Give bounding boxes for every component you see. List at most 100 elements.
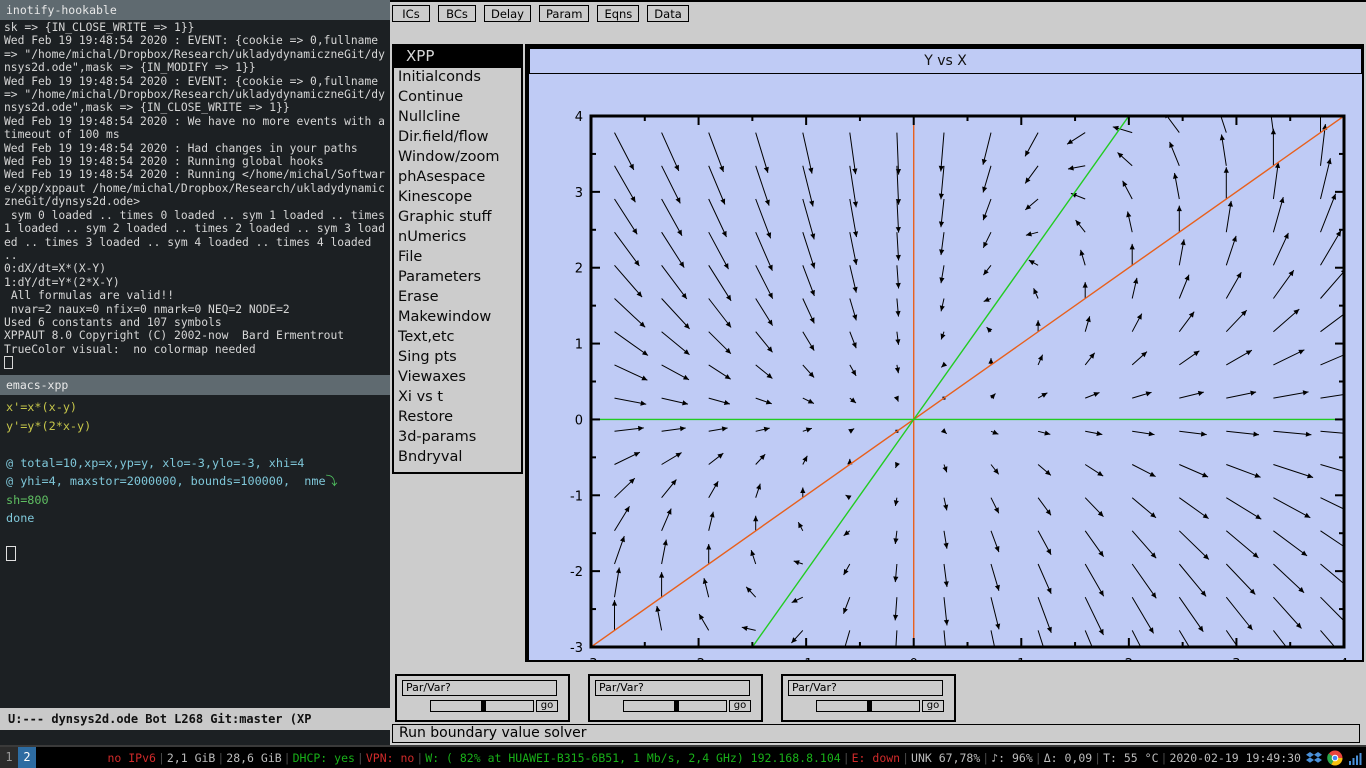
taskbar-separator: | xyxy=(356,750,364,765)
parameter-slider-row: Par/Var? go Par/Var? go Par/Var? go xyxy=(395,674,956,724)
menu-item-text-etc[interactable]: Text,etc xyxy=(394,328,521,348)
taskbar-separator: | xyxy=(1094,750,1102,765)
taskbar-separator: | xyxy=(982,750,990,765)
taskbar-separator: | xyxy=(283,750,291,765)
emacs-cursor xyxy=(6,546,16,561)
plot-window[interactable]: Y vs X -3 -2 -1 0 1 2 3 4 -3 -2 -1 0 1 2 3 4 xyxy=(525,44,1364,662)
x-tick-label: 3 xyxy=(1232,657,1240,660)
emacs-title: emacs-xpp xyxy=(0,375,390,395)
taskbar-separator: | xyxy=(217,750,225,765)
taskbar-segment-2: 28,6 GiB xyxy=(226,750,282,765)
menu-item-restore[interactable]: Restore xyxy=(394,408,521,428)
menu-item-nullcline[interactable]: Nullcline xyxy=(394,108,521,128)
parameter-slider-2[interactable]: Par/Var? go xyxy=(588,674,763,722)
taskbar-segment-7: UNK 67,78% xyxy=(911,750,981,765)
ode-line-1: x'=x*(x-y) xyxy=(6,400,78,414)
menu-item-dir-field-flow[interactable]: Dir.field/flow xyxy=(394,128,521,148)
workspace-button-1[interactable]: 1 xyxy=(0,747,18,768)
taskbar-segment-5: W: ( 82% at HUAWEI-B315-6B51, 1 Mb/s, 2,… xyxy=(425,750,841,765)
menu-item-initialconds[interactable]: Initialconds xyxy=(394,68,521,88)
workspace-button-2[interactable]: 2 xyxy=(18,747,36,768)
taskbar-segment-4: VPN: no xyxy=(365,750,415,765)
slider-parvar-field-3[interactable]: Par/Var? xyxy=(788,680,943,696)
slider-parvar-field-1[interactable]: Par/Var? xyxy=(402,680,557,696)
x-tick-label: -3 xyxy=(585,657,598,660)
y-tick-label: 0 xyxy=(575,413,583,428)
xpp-menu-items: Initialconds Continue Nullcline Dir.field/f… xyxy=(394,68,521,468)
taskbar-separator: | xyxy=(157,750,165,765)
taskbar-separator: | xyxy=(1160,750,1168,765)
menu-item-3d-params[interactable]: 3d-params xyxy=(394,428,521,448)
taskbar-separator: | xyxy=(1034,750,1042,765)
menu-item-graphic-stuff[interactable]: Graphic stuff xyxy=(394,208,521,228)
toolbar-button-ics[interactable]: ICs xyxy=(392,5,430,22)
taskbar-separator: | xyxy=(416,750,424,765)
toolbar-button-data[interactable]: Data xyxy=(647,5,689,22)
menu-item-erase[interactable]: Erase xyxy=(394,288,521,308)
slider-go-button-1[interactable]: go xyxy=(536,700,558,712)
menu-item-numerics[interactable]: nUmerics xyxy=(394,228,521,248)
taskbar-segment-0: no IPv6 xyxy=(107,750,156,765)
x-tick-label: 2 xyxy=(1125,657,1133,660)
y-tick-label: -2 xyxy=(570,565,583,580)
menu-item-phasespace[interactable]: phAsespace xyxy=(394,168,521,188)
emacs-modeline: U:--- dynsys2d.ode Bot L268 Git:master (… xyxy=(0,708,390,730)
x-tick-label: 1 xyxy=(1017,657,1025,660)
ode-done-line: done xyxy=(6,511,35,525)
slider-thumb-1[interactable] xyxy=(480,701,486,711)
x-tick-label: -1 xyxy=(800,657,813,660)
toolbar-button-eqns[interactable]: Eqns xyxy=(597,5,640,22)
plot-canvas[interactable]: -3 -2 -1 0 1 2 3 4 -3 -2 -1 0 1 2 3 4 xyxy=(529,74,1362,660)
slider-parvar-field-2[interactable]: Par/Var? xyxy=(595,680,750,696)
slider-track-2[interactable] xyxy=(623,700,727,712)
y-tick-label: 4 xyxy=(575,110,583,125)
xpp-window: ICs BCs Delay Param Eqns Data XPP Initialcond… xyxy=(390,0,1366,745)
toolbar-button-param[interactable]: Param xyxy=(538,5,590,22)
phase-plane-plot[interactable]: -3 -2 -1 0 1 2 3 4 -3 -2 -1 0 1 2 3 4 xyxy=(529,74,1362,660)
menu-item-viewaxes[interactable]: Viewaxes xyxy=(394,368,521,388)
xpp-toolbar: ICs BCs Delay Param Eqns Data xyxy=(392,5,689,24)
y-tick-label: 1 xyxy=(575,338,583,353)
taskbar-separator: | xyxy=(842,750,850,765)
emacs-minibuffer xyxy=(0,730,390,745)
xpp-main-menu: XPP Initialconds Continue Nullcline Dir.fie… xyxy=(392,44,523,474)
xpp-menu-title: XPP xyxy=(394,46,521,68)
toolbar-button-bcs[interactable]: BCs xyxy=(438,5,476,22)
ode-opts-line-1: @ total=10,xp=x,yp=y, xlo=-3,ylo=-3, xhi… xyxy=(6,455,305,470)
left-column: inotify-hookable sk => {IN_CLOSE_WRITE =… xyxy=(0,0,390,745)
menu-item-parameters[interactable]: Parameters xyxy=(394,268,521,288)
menu-item-makewindow[interactable]: Makewindow xyxy=(394,308,521,328)
chrome-icon[interactable] xyxy=(1327,750,1343,766)
slider-track-1[interactable] xyxy=(430,700,534,712)
menu-item-kinescope[interactable]: Kinescope xyxy=(394,188,521,208)
x-tick-label: 4 xyxy=(1340,657,1348,660)
signal-bars-icon[interactable] xyxy=(1348,750,1364,766)
terminal-title: inotify-hookable xyxy=(0,0,390,20)
emacs-buffer[interactable]: x'=x*(x-y) y'=y*(2*x-y) @ total=10,xp=x,… xyxy=(0,395,390,565)
taskbar-status-area: no IPv6 | 2,1 GiB | 28,6 GiB | DHCP: yes | VPN: … xyxy=(107,747,1364,768)
slider-thumb-2[interactable] xyxy=(673,701,679,711)
menu-item-continue[interactable]: Continue xyxy=(394,88,521,108)
workspace-switcher[interactable]: 12 xyxy=(0,747,36,768)
dropbox-icon[interactable] xyxy=(1306,750,1322,766)
slider-go-button-3[interactable]: go xyxy=(922,700,944,712)
slider-go-button-2[interactable]: go xyxy=(729,700,751,712)
menu-item-sing-pts[interactable]: Sing pts xyxy=(394,348,521,368)
slider-track-3[interactable] xyxy=(816,700,920,712)
menu-item-file[interactable]: File xyxy=(394,248,521,268)
menu-item-window-zoom[interactable]: Window/zoom xyxy=(394,148,521,168)
menu-item-xi-vs-t[interactable]: Xi vs t xyxy=(394,388,521,408)
taskbar-segment-9: Δ: 0,09 xyxy=(1043,750,1093,765)
parameter-slider-1[interactable]: Par/Var? go xyxy=(395,674,570,722)
toolbar-button-delay[interactable]: Delay xyxy=(484,5,531,22)
slider-thumb-3[interactable] xyxy=(866,701,872,711)
x-tick-label: -2 xyxy=(692,657,705,660)
parameter-slider-3[interactable]: Par/Var? go xyxy=(781,674,956,722)
terminal-pane[interactable]: inotify-hookable sk => {IN_CLOSE_WRITE =… xyxy=(0,0,390,375)
taskbar-segment-1: 2,1 GiB xyxy=(166,750,216,765)
menu-item-bndryval[interactable]: Bndryval xyxy=(394,448,521,468)
line-wrap-icon: ⤵ xyxy=(325,474,338,488)
ode-opts-line-3: sh=800 xyxy=(6,492,49,507)
emacs-pane[interactable]: emacs-xpp x'=x*(x-y) y'=y*(2*x-y) @ tota… xyxy=(0,375,390,708)
terminal-cursor xyxy=(4,356,13,370)
